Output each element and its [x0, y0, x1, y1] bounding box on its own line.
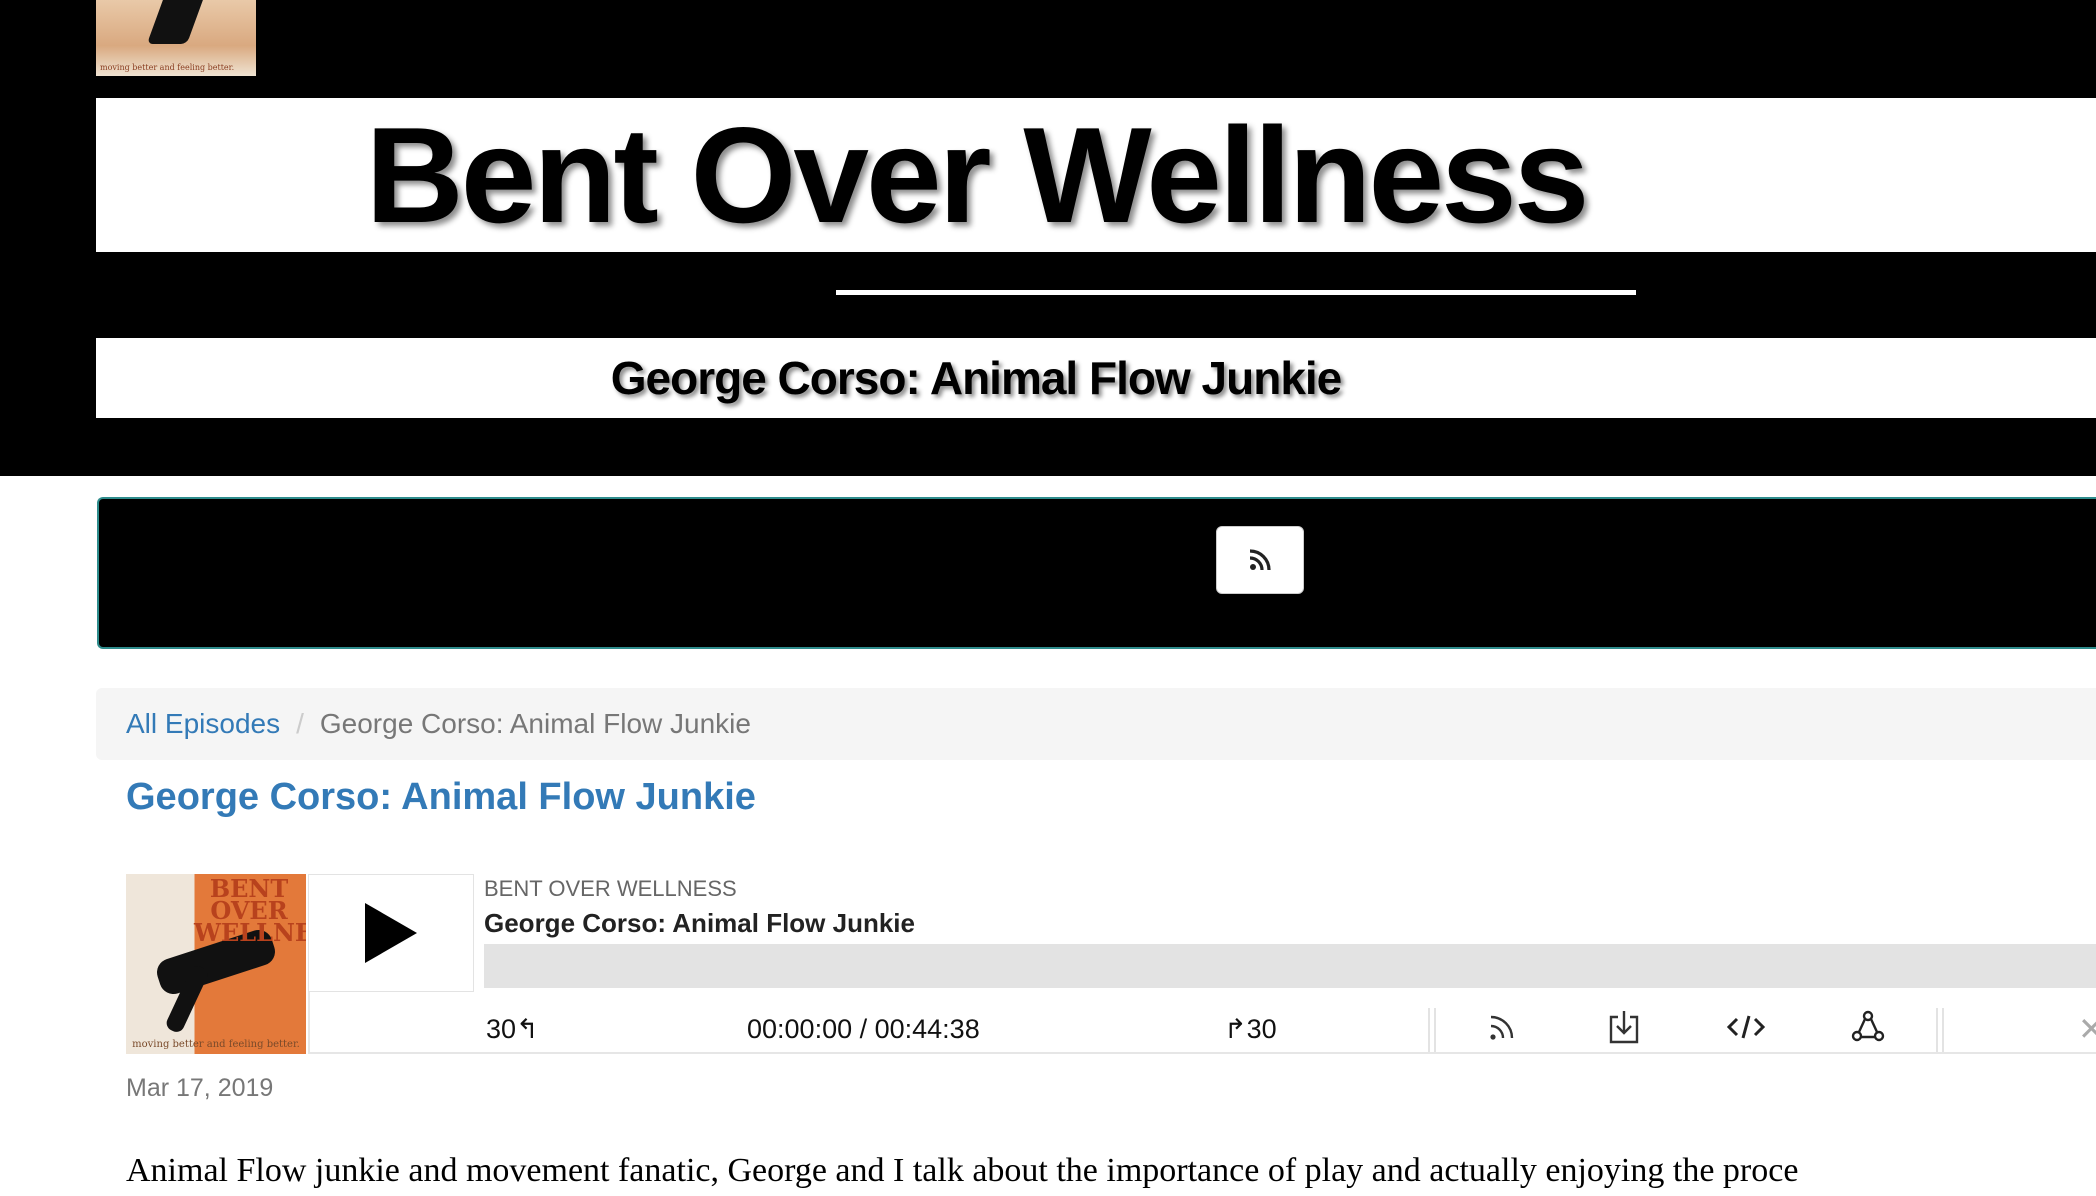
rss-feed-button[interactable] [1216, 526, 1304, 594]
rss-icon [1249, 549, 1271, 571]
site-header: moving better and feeling better. Bent O… [0, 0, 2096, 476]
episode-title-link[interactable]: George Corso: Animal Flow Junkie [126, 776, 756, 819]
title-divider [836, 290, 1636, 295]
progress-bar[interactable] [484, 944, 2096, 988]
cover-title: BENT OVER WELLNESS [194, 874, 306, 947]
breadcrumb-current: George Corso: Animal Flow Junkie [319, 708, 751, 739]
play-icon [365, 903, 417, 963]
episode-description: Animal Flow junkie and movement fanatic,… [126, 1152, 1799, 1189]
breadcrumb-all-episodes-link[interactable]: All Episodes [126, 708, 280, 740]
title-band: Bent Over Wellness [96, 98, 2096, 252]
download-icon [1609, 1011, 1639, 1044]
controls-divider [1936, 1008, 1938, 1052]
breadcrumb: All Episodes / George Corso: Animal Flow… [96, 688, 2096, 760]
controls-divider [1434, 1008, 1436, 1052]
embed-button[interactable] [1726, 1006, 1766, 1048]
nav-bar [97, 497, 2096, 649]
site-title[interactable]: Bent Over Wellness [96, 98, 2096, 252]
close-player-button[interactable]: ✕ [2078, 1010, 2096, 1048]
forward-30-button[interactable]: ↱30 [1224, 1014, 1277, 1045]
subscribe-icon [1490, 1015, 1514, 1040]
share-icon [1851, 1010, 1885, 1042]
player-podcast-name: BENT OVER WELLNESS [484, 876, 737, 901]
header-episode-subtitle: George Corso: Animal Flow Junkie [610, 352, 1343, 404]
audio-player: BENT OVER WELLNESS moving better and fee… [126, 874, 2096, 1054]
rewind-30-button[interactable]: 30↰ [486, 1014, 539, 1045]
share-button[interactable] [1848, 1006, 1888, 1048]
play-button[interactable] [308, 874, 474, 992]
subtitle-band: George Corso: Animal Flow Junkie [96, 338, 2096, 418]
time-display: 00:00:00 / 00:44:38 [747, 1014, 980, 1044]
logo-tagline: moving better and feeling better. [100, 63, 235, 72]
podcast-cover-art: BENT OVER WELLNESS moving better and fee… [126, 874, 306, 1054]
player-episode-title: George Corso: Animal Flow Junkie [484, 908, 915, 938]
breadcrumb-separator: / [296, 708, 304, 739]
player-bottom-border [308, 1052, 2096, 1054]
cover-tagline: moving better and feeling better. [132, 1039, 300, 1050]
download-button[interactable] [1604, 1006, 1644, 1048]
episode-date: Mar 17, 2019 [126, 1074, 274, 1102]
logo-figure [146, 0, 206, 44]
site-logo[interactable]: moving better and feeling better. [96, 0, 256, 76]
controls-divider [1428, 1008, 1430, 1052]
player-divider [308, 992, 310, 1054]
subscribe-button[interactable] [1482, 1006, 1522, 1048]
controls-divider [1942, 1008, 1944, 1052]
embed-icon [1726, 1015, 1766, 1039]
